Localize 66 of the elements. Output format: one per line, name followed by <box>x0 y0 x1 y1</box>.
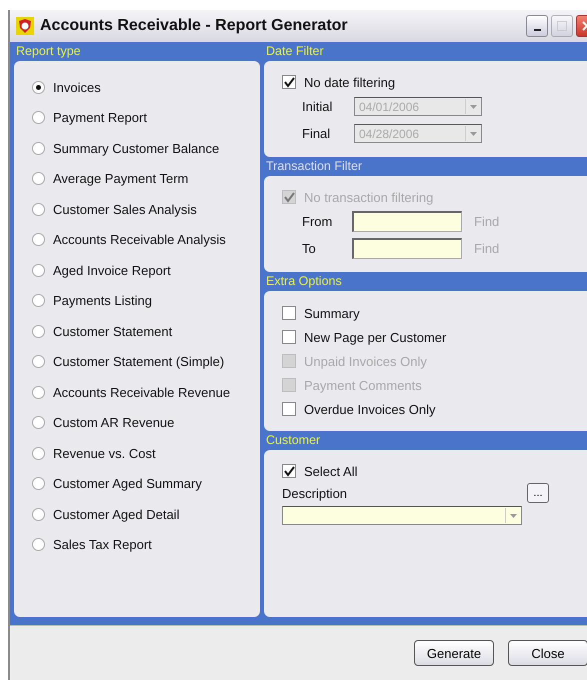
input-field[interactable] <box>352 211 462 232</box>
radio-button[interactable] <box>32 508 45 521</box>
radio-label[interactable]: Payment Report <box>53 110 147 126</box>
radio-label[interactable]: Custom AR Revenue <box>53 415 174 430</box>
dialog-button[interactable]: Close <box>508 640 587 666</box>
checkbox-label[interactable]: New Page per Customer <box>304 330 446 344</box>
radio-label[interactable]: Payments Listing <box>53 293 152 308</box>
field-label: From <box>302 214 334 229</box>
radio-label[interactable]: Revenue vs. Cost <box>53 446 156 461</box>
radio-button[interactable] <box>32 477 45 490</box>
radio-button[interactable] <box>32 111 45 124</box>
radio-button[interactable] <box>32 538 45 552</box>
checkbox[interactable] <box>282 402 296 416</box>
radio-label[interactable]: Sales Tax Report <box>53 537 152 552</box>
maximize-icon <box>557 21 567 31</box>
radio-button[interactable] <box>32 264 45 277</box>
radio-button[interactable] <box>32 142 45 155</box>
customer-dropdown[interactable] <box>282 506 522 525</box>
radio-label[interactable]: Customer Aged Summary <box>53 476 202 492</box>
radio-label[interactable]: Customer Statement (Simple) <box>53 354 224 370</box>
radio-button[interactable] <box>32 80 45 94</box>
radio-button[interactable] <box>32 202 45 216</box>
caret-icon <box>470 132 477 136</box>
caret-icon <box>510 514 517 518</box>
field-label: Description <box>282 486 348 500</box>
checkbox[interactable] <box>282 464 296 478</box>
radio-label[interactable]: Customer Sales Analysis <box>53 202 197 217</box>
window-title: Accounts Receivable - Report Generator <box>40 17 348 35</box>
radio-label[interactable]: Aged Invoice Report <box>53 262 171 278</box>
shield-icon <box>16 17 34 35</box>
minimize-icon <box>534 29 540 31</box>
checkbox-label[interactable]: Summary <box>304 306 360 320</box>
browse-button[interactable]: ... <box>527 483 549 503</box>
radio-button[interactable] <box>32 294 45 308</box>
radio-label[interactable]: Customer Aged Detail <box>53 506 180 522</box>
radio-label[interactable]: Accounts Receivable Revenue <box>53 384 230 400</box>
checkbox-label[interactable]: No date filtering <box>304 74 396 90</box>
radio-label[interactable]: Customer Statement <box>53 324 172 339</box>
radio-label[interactable]: Accounts Receivable Analysis <box>53 232 226 248</box>
radio-label[interactable]: Average Payment Term <box>53 171 188 186</box>
checkbox[interactable] <box>282 306 296 320</box>
checkbox-label[interactable]: Overdue Invoices Only <box>304 402 436 416</box>
dialog-button[interactable]: Generate <box>414 640 494 666</box>
radio-button[interactable] <box>32 416 45 430</box>
radio-button[interactable] <box>32 324 45 338</box>
minimize-button[interactable] <box>526 15 548 37</box>
radio-label[interactable]: Summary Customer Balance <box>53 140 220 156</box>
radio-button[interactable] <box>32 355 45 368</box>
section-header: Extra Options <box>265 273 343 290</box>
checkbox-label[interactable]: Select All <box>304 464 358 478</box>
radio-button[interactable] <box>32 233 45 246</box>
field-label: Final <box>302 126 332 141</box>
checkbox[interactable] <box>282 330 296 344</box>
section-header: Customer <box>265 432 322 449</box>
section-header: Date Filter <box>265 43 325 60</box>
section-header: Transaction Filter <box>265 158 364 175</box>
field-label: To <box>302 241 317 256</box>
radio-button[interactable] <box>32 446 45 460</box>
field-label: Initial <box>302 99 334 114</box>
radio-button[interactable] <box>32 386 45 399</box>
section-header: Report type <box>15 43 82 60</box>
caret-icon <box>470 104 477 108</box>
radio-button[interactable] <box>32 172 45 186</box>
radio-label[interactable]: Invoices <box>53 80 101 95</box>
input-field[interactable] <box>352 238 462 259</box>
checkbox[interactable] <box>282 75 296 89</box>
